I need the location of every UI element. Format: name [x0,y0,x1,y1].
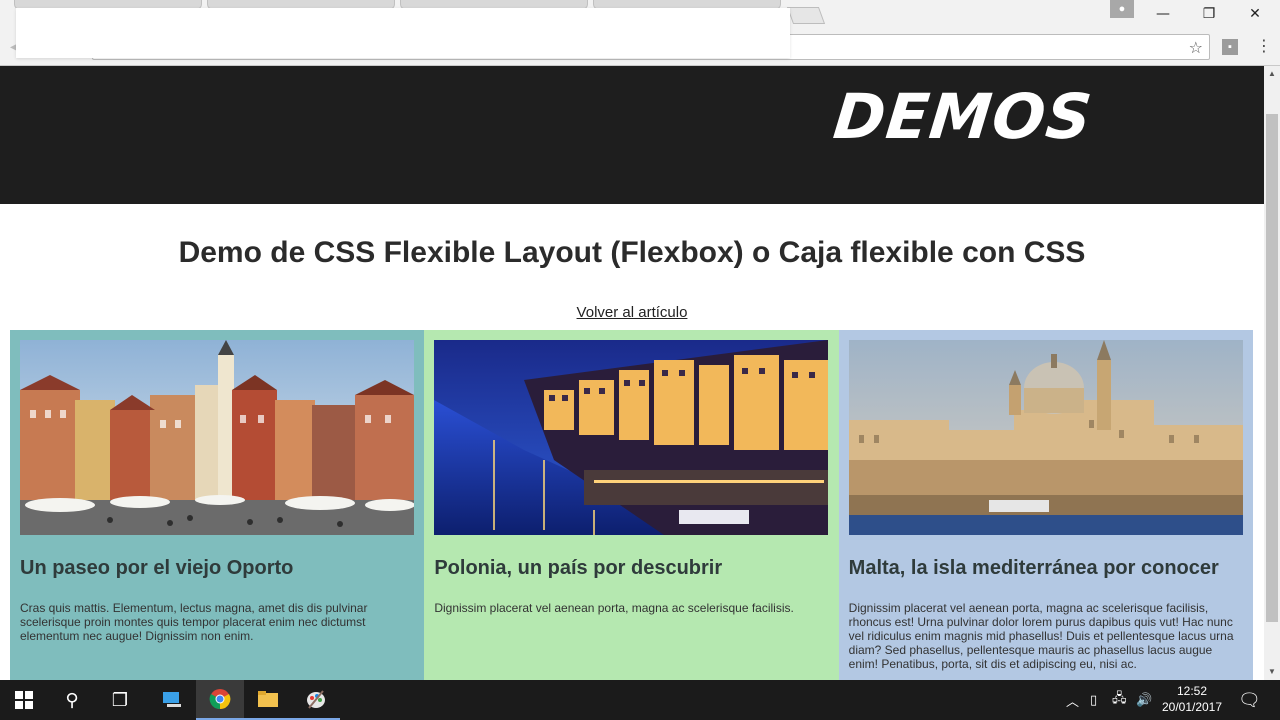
scroll-up-arrow-icon[interactable]: ▲ [1264,66,1280,82]
site-header: DEMOS [0,66,1264,204]
network-icon[interactable]: 🖧 [1112,680,1127,720]
browser-menu-icon[interactable]: ⋮ [1256,36,1272,55]
card-title: Un paseo por el viejo Oporto [20,557,294,579]
restore-button[interactable]: ❐ [1186,0,1232,28]
back-to-article-link[interactable]: Volver al artículo [0,304,1264,321]
file-explorer-button[interactable] [244,680,292,720]
chrome-taskbar-button[interactable] [196,680,244,720]
minimize-button[interactable]: — [1140,0,1186,28]
card-text: Dignissim placerat vel aenean porta, mag… [434,601,794,615]
card-title: Malta, la isla mediterránea por conocer [848,557,1219,579]
scrollbar-thumb[interactable] [1266,114,1278,622]
card-image-malta [848,340,1243,535]
flex-container: Un paseo por el viejo Oporto Cras quis m… [10,330,1253,680]
paint-icon [307,690,325,709]
card-text: Cras quis mattis. Elementum, lectus magn… [20,601,368,643]
task-view-icon[interactable]: ❐ [96,680,144,720]
windows-logo-icon [15,691,33,709]
card-polonia: Polonia, un país por descubrir Dignissim… [424,330,839,680]
site-logo[interactable]: DEMOS [830,80,1096,153]
clock-date: 20/01/2017 [1161,700,1223,714]
card-image-polonia [434,340,829,535]
bookmark-star-icon[interactable]: ☆ [1189,38,1203,57]
clock-time: 12:52 [1176,684,1208,698]
card-text: Dignissim placerat vel aenean porta, mag… [848,601,1234,671]
scroll-down-arrow-icon[interactable]: ▼ [1264,664,1280,680]
action-center-icon[interactable]: 🗨 [1238,680,1261,720]
page-viewport: DEMOS Demo de CSS Flexible Layout (Flexb… [0,66,1264,680]
pinned-app-icon[interactable] [148,680,196,720]
card-title: Polonia, un país por descubrir [434,557,723,579]
computer-app-icon [163,692,181,707]
chrome-icon [209,689,231,710]
search-icon[interactable]: ⚲ [48,680,96,720]
show-hidden-icons-chevron-icon[interactable]: ︿ [1066,680,1079,720]
new-tab-button[interactable] [786,7,826,24]
browser-chrome: ● — ❐ ✕ ◂ ☆ ▪ ⋮ [0,0,1280,66]
start-button[interactable] [0,680,48,720]
blank-popup-overlay [16,8,790,58]
volume-icon[interactable]: 🔊 [1136,680,1152,720]
card-oporto: Un paseo por el viejo Oporto Cras quis m… [10,330,425,680]
close-button[interactable]: ✕ [1232,0,1278,28]
extension-icon[interactable]: ▪ [1222,39,1238,55]
card-malta: Malta, la isla mediterránea por conocer … [838,330,1253,680]
taskbar-clock[interactable]: 12:52 20/01/2017 [1158,683,1226,715]
windows-taskbar: ⚲ ❐ ︿ ▯ 🖧 🔊 12:52 20/01/2017 🗨 [0,680,1280,720]
profile-icon[interactable]: ● [1110,0,1134,18]
folder-icon [258,691,278,707]
page-title: Demo de CSS Flexible Layout (Flexbox) o … [178,236,1086,269]
paint-app-button[interactable] [292,680,340,720]
card-image-oporto [20,340,414,535]
battery-icon[interactable]: ▯ [1090,680,1097,720]
page-scrollbar[interactable]: ▲ ▼ [1264,66,1280,680]
